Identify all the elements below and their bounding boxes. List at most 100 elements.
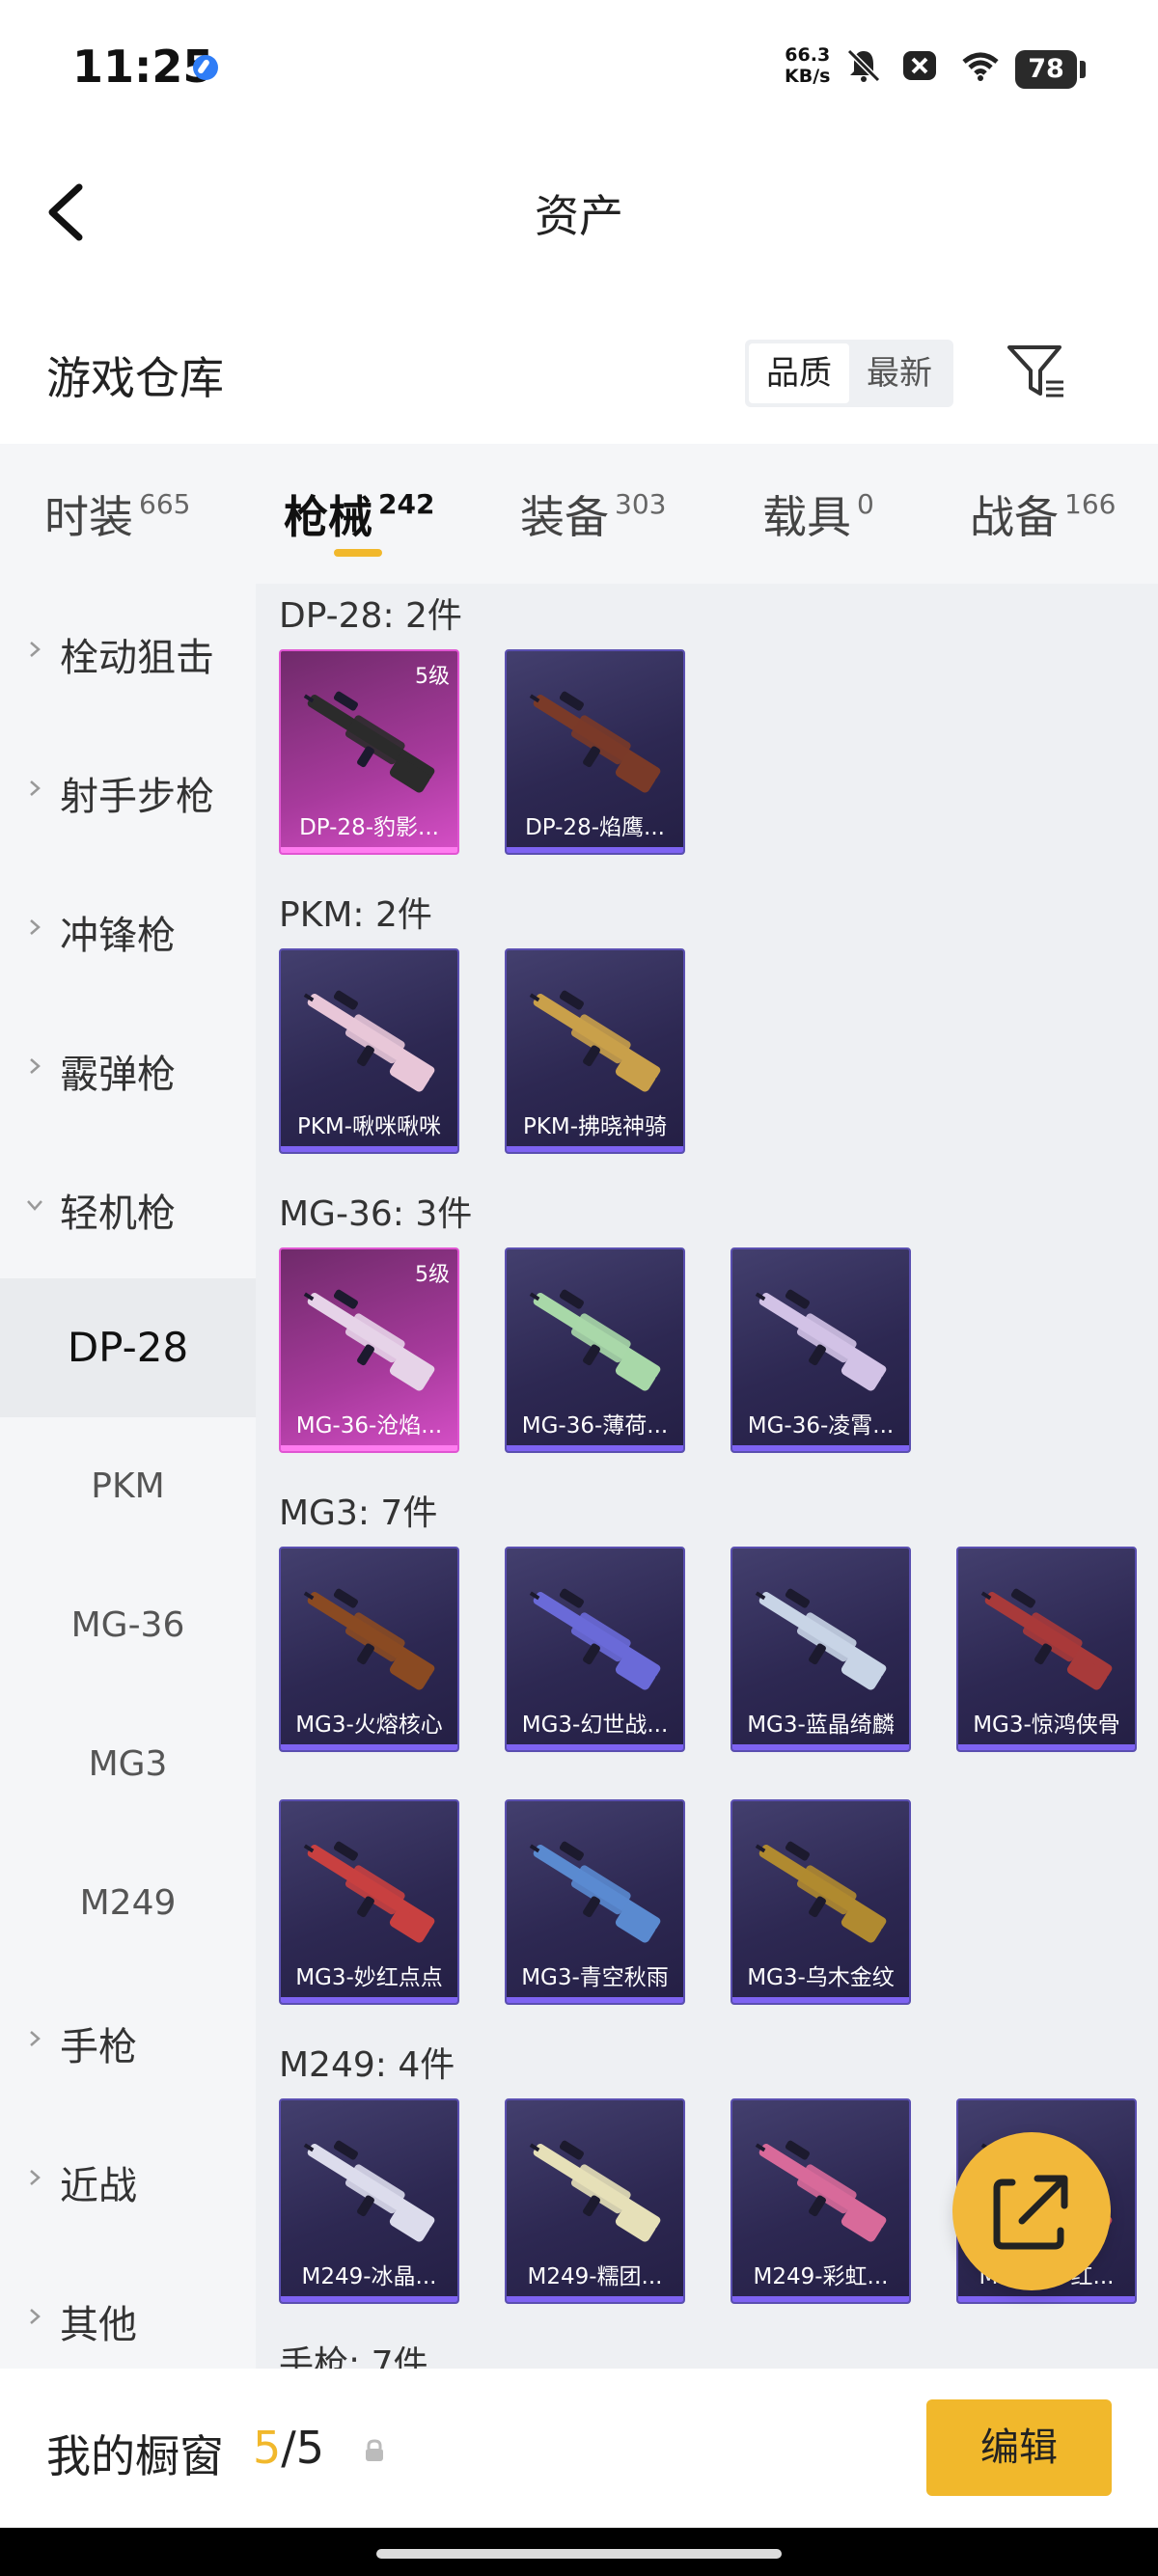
sidebar-sub-pkm[interactable]: PKM bbox=[0, 1417, 256, 1556]
weapon-card[interactable]: M249-糯团... bbox=[505, 2098, 685, 2304]
weapon-icon bbox=[755, 1588, 887, 1690]
weapon-card[interactable]: DP-28-焰鹰... bbox=[505, 649, 685, 855]
weapon-name: PKM-拂晓神骑 bbox=[522, 1114, 668, 1139]
level-badge: 5级 bbox=[415, 1263, 450, 1287]
weapon-name: MG3-惊鸿侠骨 bbox=[973, 1713, 1120, 1738]
weapon-icon bbox=[529, 1588, 661, 1690]
sidebar-item-bolt-sniper[interactable]: 栓动狙击 bbox=[0, 584, 256, 723]
sidebar-item-label: 轻机枪 bbox=[60, 1192, 176, 1236]
weapon-card[interactable]: MG-36-凌霄... bbox=[731, 1247, 911, 1453]
bell-muted-icon bbox=[846, 48, 881, 83]
sidebar-item-label: 栓动狙击 bbox=[60, 636, 214, 680]
weapon-card[interactable]: MG3-火熔核心 bbox=[279, 1547, 459, 1752]
rarity-bar bbox=[507, 2296, 683, 2302]
tab-fashion[interactable]: 时装 665 bbox=[44, 482, 190, 560]
rarity-bar bbox=[281, 1997, 457, 2003]
sidebar-sub-m249[interactable]: M249 bbox=[0, 1834, 256, 1973]
rarity-bar bbox=[507, 847, 683, 853]
app-header: 资产 bbox=[0, 145, 1158, 280]
weapon-card[interactable]: MG-36-薄荷... bbox=[505, 1247, 685, 1453]
sidebar-item-shotgun[interactable]: 霰弹枪 bbox=[0, 1000, 256, 1139]
tab-label: 装备 bbox=[520, 491, 609, 543]
weapon-card[interactable]: MG3-惊鸿侠骨 bbox=[956, 1547, 1137, 1752]
weapon-icon bbox=[529, 691, 661, 793]
edit-button[interactable]: 编辑 bbox=[926, 2399, 1112, 2496]
rarity-bar bbox=[281, 847, 457, 853]
share-button[interactable] bbox=[952, 2132, 1111, 2290]
tab-tactical[interactable]: 战备 166 bbox=[970, 482, 1116, 560]
weapon-icon bbox=[303, 1841, 435, 1943]
tab-label: 时装 bbox=[44, 491, 133, 543]
weapon-icon bbox=[303, 2140, 435, 2242]
status-icons bbox=[844, 46, 1005, 85]
sidebar-sub-mg3[interactable]: MG3 bbox=[0, 1695, 256, 1834]
showcase-count: 5/5 bbox=[253, 2422, 324, 2474]
weapon-name: MG-36-薄荷... bbox=[521, 1413, 669, 1439]
network-speed-value: 66.3 bbox=[785, 44, 831, 66]
sidebar-item-pistol[interactable]: 手枪 bbox=[0, 1973, 256, 2112]
home-indicator[interactable] bbox=[376, 2549, 782, 2559]
battery-icon: 78 bbox=[1015, 50, 1086, 89]
weapon-card[interactable]: PKM-拂晓神骑 bbox=[505, 948, 685, 1154]
close-box-icon bbox=[903, 51, 936, 80]
weapon-icon bbox=[755, 1841, 887, 1943]
weapon-card[interactable]: MG3-青空秋雨 bbox=[505, 1799, 685, 2005]
chevron-right-icon bbox=[30, 919, 41, 935]
tab-equipment[interactable]: 装备 303 bbox=[520, 482, 666, 560]
chevron-right-icon bbox=[30, 2309, 41, 2324]
weapon-name: M249-糯团... bbox=[527, 2264, 663, 2289]
weapon-card[interactable]: MG3-乌木金纹 bbox=[731, 1799, 911, 2005]
weapon-name: DP-28-豹影... bbox=[299, 815, 439, 840]
weapon-icon bbox=[529, 1289, 661, 1391]
weapon-name: PKM-啾咪啾咪 bbox=[296, 1114, 442, 1139]
sidebar-item-lmg[interactable]: 轻机枪 bbox=[0, 1139, 256, 1278]
rarity-bar bbox=[958, 1744, 1135, 1750]
rarity-bar bbox=[732, 1744, 909, 1750]
tab-firearms[interactable]: 枪械 242 bbox=[284, 482, 434, 560]
rarity-bar bbox=[281, 1744, 457, 1750]
rarity-bar bbox=[507, 1997, 683, 2003]
chevron-right-icon bbox=[30, 781, 41, 796]
sidebar-item-label: 冲锋枪 bbox=[60, 914, 176, 958]
active-tab-indicator bbox=[334, 549, 382, 557]
warehouse-title: 游戏仓库 bbox=[46, 352, 224, 404]
sidebar-item-smg[interactable]: 冲锋枪 bbox=[0, 862, 256, 1000]
weapon-name: M249-冰晶... bbox=[301, 2264, 437, 2289]
sidebar-sub-mg36[interactable]: MG-36 bbox=[0, 1556, 256, 1695]
category-tabs: 时装 665 枪械 242 装备 303 载具 0 战备 166 bbox=[0, 444, 1158, 584]
sort-newest-button[interactable]: 最新 bbox=[849, 343, 950, 403]
weapon-card[interactable]: 5级 DP-28-豹影... bbox=[279, 649, 459, 855]
sidebar-item-label: 手枪 bbox=[60, 2025, 137, 2069]
group-title: M249: 4件 bbox=[279, 2045, 455, 2085]
weapon-card[interactable]: M249-彩虹... bbox=[731, 2098, 911, 2304]
chevron-right-icon bbox=[30, 2031, 41, 2046]
page-title: 资产 bbox=[535, 190, 623, 242]
group-title: 手枪: 7件 bbox=[279, 2344, 428, 2369]
tab-label: 枪械 bbox=[284, 491, 372, 543]
filter-icon[interactable] bbox=[1004, 338, 1071, 405]
weapon-name: DP-28-焰鹰... bbox=[525, 815, 665, 840]
category-sidebar: 栓动狙击 射手步枪 冲锋枪 霰弹枪 轻机枪 DP-28 PKM MG-36 MG… bbox=[0, 584, 256, 2369]
sidebar-item-marksman-rifle[interactable]: 射手步枪 bbox=[0, 723, 256, 862]
weapon-card[interactable]: M249-冰晶... bbox=[279, 2098, 459, 2304]
rarity-bar bbox=[732, 2296, 909, 2302]
sidebar-item-melee[interactable]: 近战 bbox=[0, 2112, 256, 2251]
weapon-card[interactable]: MG3-幻世战... bbox=[505, 1547, 685, 1752]
weapon-name: MG3-乌木金纹 bbox=[747, 1965, 895, 1990]
rarity-bar bbox=[281, 1445, 457, 1451]
weapon-card[interactable]: MG3-妙红点点 bbox=[279, 1799, 459, 2005]
weapon-card[interactable]: MG3-蓝晶绮麟 bbox=[731, 1547, 911, 1752]
sort-toggle: 品质 最新 bbox=[745, 340, 953, 407]
sidebar-sub-dp28[interactable]: DP-28 bbox=[0, 1278, 256, 1417]
weapon-icon bbox=[303, 691, 435, 793]
tab-count: 303 bbox=[615, 488, 667, 520]
sort-quality-button[interactable]: 品质 bbox=[749, 343, 849, 403]
weapon-name: MG-36-沧焰... bbox=[295, 1413, 443, 1439]
tab-count: 242 bbox=[378, 488, 435, 520]
network-speed-unit: KB/s bbox=[785, 66, 831, 87]
tab-vehicles[interactable]: 载具 0 bbox=[762, 482, 874, 560]
weapon-icon bbox=[980, 1588, 1113, 1690]
sidebar-item-label: 射手步枪 bbox=[60, 775, 214, 819]
weapon-card[interactable]: 5级 MG-36-沧焰... bbox=[279, 1247, 459, 1453]
weapon-card[interactable]: PKM-啾咪啾咪 bbox=[279, 948, 459, 1154]
